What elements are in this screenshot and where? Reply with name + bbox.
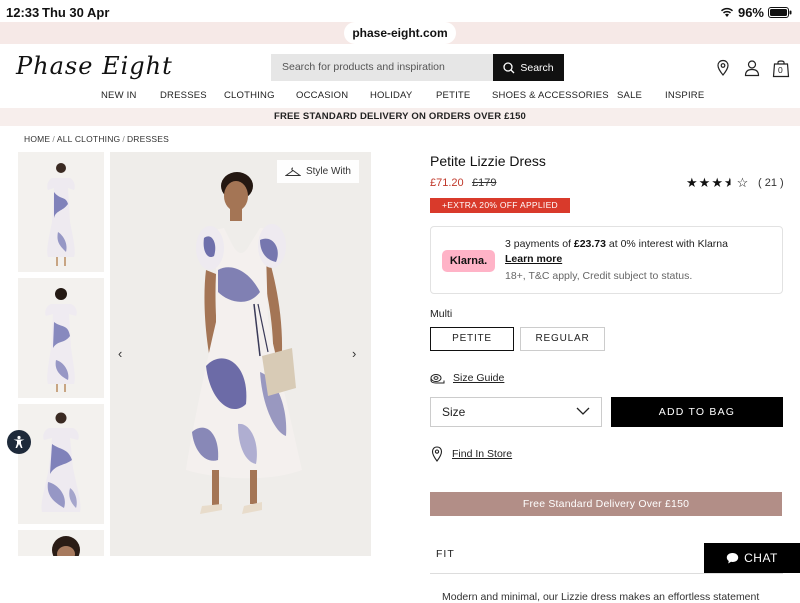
nav-item-holiday[interactable]: HOLIDAY: [370, 90, 412, 101]
bag-button[interactable]: 0: [772, 58, 790, 78]
product-title: Petite Lizzie Dress: [430, 153, 546, 169]
search-button[interactable]: Search: [493, 54, 564, 81]
nav-item-petite[interactable]: PETITE: [436, 90, 470, 101]
klarna-prefix: 3 payments of: [505, 238, 574, 250]
klarna-suffix: at 0% interest with Klarna: [606, 238, 728, 250]
review-count[interactable]: ( 21 ): [758, 177, 784, 189]
location-pin-icon: [431, 446, 443, 462]
nav-item-dresses[interactable]: DRESSES: [160, 90, 207, 101]
nav-item-clothing[interactable]: CLOTHING: [224, 90, 275, 101]
chat-button[interactable]: CHAT: [704, 543, 800, 573]
star-rating[interactable]: ★★★★☆: [686, 175, 749, 191]
status-right: 96%: [720, 5, 792, 20]
klarna-learn-more-link[interactable]: Learn more: [505, 253, 562, 265]
klarna-logo: Klarna.: [442, 250, 495, 272]
hanger-icon: [284, 167, 301, 176]
star-icon: ★: [711, 175, 724, 190]
product-thumbnail-image: [18, 404, 104, 524]
fit-option-petite[interactable]: PETITE: [430, 327, 514, 351]
next-image-arrow[interactable]: ›: [352, 346, 356, 361]
delivery-banner[interactable]: FREE STANDARD DELIVERY ON ORDERS OVER £1…: [0, 108, 800, 126]
size-guide-link[interactable]: Size Guide: [430, 372, 504, 384]
sale-price: £71.20: [430, 177, 464, 189]
klarna-installments: 3 payments of £23.73 at 0% interest with…: [505, 238, 728, 250]
product-thumbnail-image: [18, 530, 104, 556]
battery-percent: 96%: [737, 5, 764, 20]
thumbnail-4[interactable]: [18, 530, 104, 556]
location-pin-icon[interactable]: [714, 59, 732, 77]
date: Thu 30 Apr: [42, 5, 110, 20]
klarna-amount: £23.73: [573, 238, 606, 250]
battery-icon: [768, 7, 792, 18]
find-in-store-link[interactable]: Find In Store: [430, 446, 512, 462]
fit-section-header[interactable]: FIT: [436, 548, 455, 560]
main-product-image[interactable]: [110, 152, 371, 556]
breadcrumb-all-clothing[interactable]: ALL CLOTHING: [57, 134, 121, 144]
chat-label: CHAT: [744, 551, 778, 565]
thumbnail-1[interactable]: [18, 152, 104, 272]
colour-label: Multi: [430, 308, 453, 320]
thumbnail-3[interactable]: [18, 404, 104, 524]
account-icon[interactable]: [743, 59, 761, 77]
status-bar: 12:33 Thu 30 Apr 96%: [0, 0, 800, 24]
thumbnail-2[interactable]: [18, 278, 104, 398]
style-with-button[interactable]: Style With: [277, 160, 359, 183]
accessibility-button[interactable]: [7, 430, 31, 454]
prev-image-arrow[interactable]: ‹: [118, 346, 122, 361]
chat-bubble-icon: [726, 553, 739, 564]
search-button-label: Search: [520, 61, 554, 74]
chevron-down-icon: [576, 407, 590, 415]
fit-option-regular[interactable]: REGULAR: [520, 327, 605, 351]
main-nav: NEW IN DRESSES CLOTHING OCCASION HOLIDAY…: [0, 90, 800, 104]
star-icon: ★: [698, 175, 712, 190]
empty-star-icon: ☆: [736, 175, 750, 190]
clock: 12:33: [6, 5, 40, 20]
product-thumbnail-image: [18, 152, 104, 272]
klarna-terms: 18+, T&C apply, Credit subject to status…: [505, 270, 693, 282]
search-input[interactable]: Search for products and inspiration: [271, 54, 493, 81]
url-bar[interactable]: phase-eight.com: [344, 22, 456, 44]
divider: [430, 573, 783, 574]
size-guide-label: Size Guide: [453, 372, 505, 384]
nav-item-sale[interactable]: SALE: [617, 90, 642, 101]
style-with-label: Style With: [305, 166, 351, 177]
product-description: Modern and minimal, our Lizzie dress mak…: [442, 591, 760, 603]
product-photo: [110, 152, 371, 556]
find-in-store-label: Find In Store: [452, 448, 513, 460]
klarna-panel: Klarna. 3 payments of £23.73 at 0% inter…: [430, 226, 783, 294]
half-star-icon: ★: [723, 175, 737, 190]
original-price: £179: [472, 177, 497, 189]
size-select-label: Size: [442, 405, 466, 419]
nav-item-occasion[interactable]: OCCASION: [296, 90, 348, 101]
add-to-bag-button[interactable]: ADD TO BAG: [611, 397, 783, 427]
search-icon: [503, 61, 515, 73]
size-select[interactable]: Size: [430, 397, 602, 427]
wifi-icon: [720, 7, 733, 17]
nav-item-new-in[interactable]: NEW IN: [101, 90, 137, 101]
breadcrumb: HOME / ALL CLOTHING / DRESSES: [24, 134, 169, 144]
nav-item-inspire[interactable]: INSPIRE: [665, 90, 704, 101]
nav-item-shoes-accessories[interactable]: SHOES & ACCESSORIES: [492, 90, 609, 101]
breadcrumb-home[interactable]: HOME: [24, 134, 50, 144]
free-delivery-bar: Free Standard Delivery Over £150: [430, 492, 782, 516]
bag-count: 0: [778, 65, 783, 75]
product-thumbnail-image: [18, 278, 104, 398]
site-logo[interactable]: Phase Eight: [16, 52, 173, 80]
accessibility-icon: [13, 435, 25, 448]
tape-measure-icon: [430, 373, 445, 383]
promo-badge: +EXTRA 20% OFF APPLIED: [430, 198, 570, 213]
breadcrumb-dresses[interactable]: DRESSES: [127, 134, 169, 144]
star-icon: ★: [686, 175, 699, 190]
